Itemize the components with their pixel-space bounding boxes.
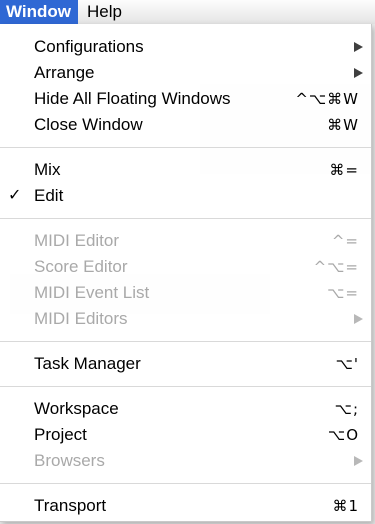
menu-item-shortcut: ⌥= bbox=[327, 284, 359, 302]
menu-separator bbox=[0, 218, 371, 219]
menu-item-label: Task Manager bbox=[34, 354, 141, 373]
submenu-arrow-icon bbox=[354, 456, 363, 466]
menu-item-score-editor: Score Editor ^⌥= bbox=[0, 254, 371, 280]
screen: Window Help Configurations Arrange Hide Al… bbox=[0, 0, 375, 524]
menu-item-label: Transport bbox=[34, 496, 107, 515]
menu-item-task-manager[interactable]: Task Manager ⌥' bbox=[0, 351, 371, 377]
menu-item-big-counter[interactable]: ✓Big Counter⌘3 bbox=[0, 519, 371, 524]
menu-window[interactable]: Window bbox=[0, 0, 78, 24]
menu-separator bbox=[0, 483, 371, 484]
menu-item-midi-editors: MIDI Editors bbox=[0, 306, 371, 332]
menu-item-transport[interactable]: Transport ⌘1 bbox=[0, 493, 371, 519]
menu-item-project[interactable]: Project ⌥O bbox=[0, 422, 371, 448]
menu-item-shortcut: ^⌥= bbox=[313, 258, 359, 276]
menu-item-shortcut: ⌥; bbox=[334, 400, 359, 418]
menu-item-label: Score Editor bbox=[34, 257, 128, 276]
menu-item-shortcut: ^= bbox=[331, 232, 359, 250]
menu-separator bbox=[0, 386, 371, 387]
menu-item-midi-editor: MIDI Editor ^= bbox=[0, 228, 371, 254]
menu-item-label: MIDI Editor bbox=[34, 231, 120, 250]
menu-item-label: Mix bbox=[34, 160, 61, 179]
menu-item-shortcut: ⌘= bbox=[329, 161, 359, 179]
menu-item-mix[interactable]: Mix ⌘= bbox=[0, 157, 371, 183]
window-menu-dropdown: Configurations Arrange Hide All Floating W… bbox=[0, 24, 372, 524]
checkmark-icon: ✓ bbox=[8, 187, 22, 204]
menu-item-edit[interactable]: ✓ Edit bbox=[0, 183, 371, 209]
menu-item-label: Arrange bbox=[34, 63, 95, 82]
menu-item-shortcut: ⌥' bbox=[335, 355, 359, 373]
submenu-arrow-icon bbox=[354, 42, 363, 52]
menu-item-shortcut: ⌘W bbox=[327, 116, 359, 134]
menu-item-label: Browsers bbox=[34, 451, 105, 470]
menu-help[interactable]: Help bbox=[78, 0, 131, 24]
menu-bar: Window Help bbox=[0, 0, 375, 24]
menu-item-hide-all-floating-windows[interactable]: Hide All Floating Windows ^⌥⌘W bbox=[0, 86, 371, 112]
menu-item-shortcut: ⌘1 bbox=[332, 497, 359, 515]
menu-item-midi-event-list: MIDI Event List ⌥= bbox=[0, 280, 371, 306]
menu-item-close-window[interactable]: Close Window ⌘W bbox=[0, 112, 371, 138]
menu-item-arrange[interactable]: Arrange bbox=[0, 60, 371, 86]
submenu-arrow-icon bbox=[354, 314, 363, 324]
menu-item-label: MIDI Editors bbox=[34, 309, 128, 328]
menu-item-shortcut: ⌥O bbox=[327, 426, 359, 444]
menu-separator bbox=[0, 147, 371, 148]
submenu-arrow-icon bbox=[354, 68, 363, 78]
menu-item-label: Workspace bbox=[34, 399, 119, 418]
menu-item-browsers: Browsers bbox=[0, 448, 371, 474]
menu-item-label: Hide All Floating Windows bbox=[34, 89, 231, 108]
menu-item-configurations[interactable]: Configurations bbox=[0, 34, 371, 60]
menu-item-label: Edit bbox=[34, 186, 64, 205]
menu-separator bbox=[0, 341, 371, 342]
menu-item-workspace[interactable]: Workspace ⌥; bbox=[0, 396, 371, 422]
checkmark-icon: ✓ bbox=[8, 519, 28, 524]
menu-item-label: Project bbox=[34, 425, 87, 444]
menu-item-label: MIDI Event List bbox=[34, 283, 150, 302]
menu-item-label: Close Window bbox=[34, 115, 143, 134]
menu-item-shortcut: ⌘3 bbox=[332, 519, 359, 524]
menu-item-label: Configurations bbox=[34, 37, 144, 56]
menu-item-shortcut: ^⌥⌘W bbox=[295, 90, 359, 108]
